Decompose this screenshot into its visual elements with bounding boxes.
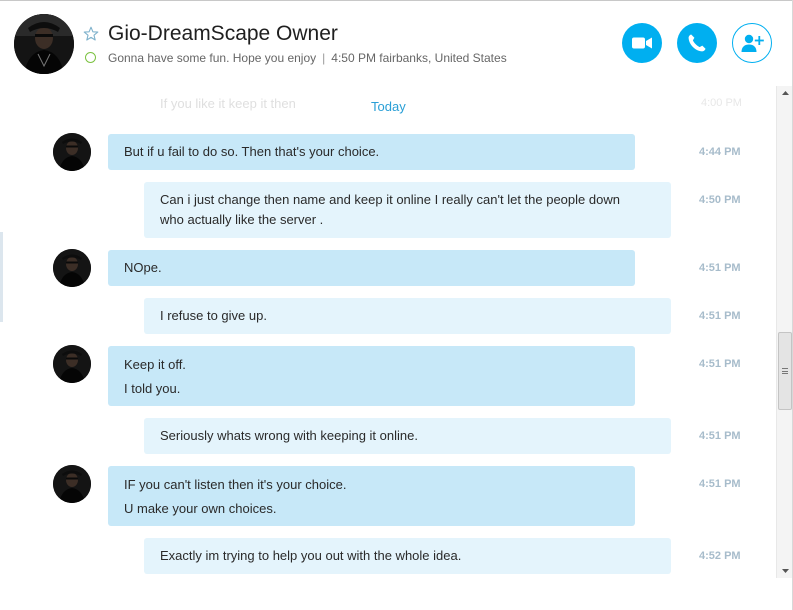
message-text: who actually like the server . [160, 212, 324, 227]
mood-separator: | [322, 51, 326, 65]
video-camera-icon [632, 37, 652, 49]
presence-status-icon [85, 52, 96, 63]
sender-avatar[interactable] [53, 465, 91, 503]
scroll-thumb[interactable] [778, 332, 792, 410]
message-timestamp: 4:50 PM [699, 194, 741, 206]
conversation-header: Gio-DreamScape Owner Gonna have some fun… [0, 0, 793, 86]
outgoing-message-bubble[interactable]: Seriously whats wrong with keeping it on… [144, 418, 671, 454]
sender-avatar[interactable] [53, 345, 91, 383]
video-call-button[interactable] [622, 23, 662, 63]
scroll-grip-icon [782, 368, 788, 374]
favorite-star-icon[interactable] [83, 26, 99, 42]
message-text: Seriously whats wrong with keeping it on… [160, 428, 418, 443]
message-timestamp: 4:52 PM [699, 550, 741, 562]
phone-icon [688, 34, 706, 52]
contact-local-time: 4:50 PM fairbanks, United States [331, 51, 507, 65]
outgoing-message-bubble[interactable]: I refuse to give up. [144, 298, 671, 334]
sender-avatar[interactable] [53, 249, 91, 287]
contact-name[interactable]: Gio-DreamScape Owner [108, 22, 338, 46]
mood-message: Gonna have some fun. Hope you enjoy [108, 51, 317, 65]
incoming-message-bubble[interactable]: NOpe. [108, 250, 635, 286]
message-timestamp: 4:44 PM [699, 146, 741, 158]
message-text: I refuse to give up. [160, 308, 267, 323]
message-timestamp: 4:51 PM [699, 478, 741, 490]
faded-previous-time: 4:00 PM [701, 97, 742, 109]
message-history[interactable]: If you like it keep it then 4:00 PM Toda… [0, 86, 776, 610]
scroll-up-arrow-icon[interactable] [777, 86, 793, 100]
chat-scrollbar[interactable] [776, 86, 792, 578]
incoming-message-bubble[interactable]: IF you can't listen then it's your choic… [108, 466, 635, 526]
add-person-icon [741, 34, 764, 52]
faded-previous-message: If you like it keep it then [160, 96, 296, 111]
message-text: U make your own choices. [124, 501, 277, 516]
incoming-message-bubble[interactable]: Keep it off. I told you. [108, 346, 635, 406]
audio-call-button[interactable] [677, 23, 717, 63]
add-people-button[interactable] [732, 23, 772, 63]
message-text: NOpe. [124, 260, 162, 275]
sender-avatar[interactable] [53, 133, 91, 171]
message-timestamp: 4:51 PM [699, 262, 741, 274]
outgoing-message-bubble[interactable]: Exactly im trying to help you out with t… [144, 538, 671, 574]
message-text: But if u fail to do so. Then that's your… [124, 144, 380, 159]
message-timestamp: 4:51 PM [699, 310, 741, 322]
message-timestamp: 4:51 PM [699, 358, 741, 370]
mood-line: Gonna have some fun. Hope you enjoy | 4:50… [108, 51, 507, 65]
message-timestamp: 4:51 PM [699, 430, 741, 442]
message-text: Exactly im trying to help you out with t… [160, 548, 462, 563]
message-text: Can i just change then name and keep it … [160, 192, 620, 207]
scroll-down-arrow-icon[interactable] [777, 564, 793, 578]
message-text: I told you. [124, 381, 181, 396]
outgoing-message-bubble[interactable]: Can i just change then name and keep it … [144, 182, 671, 238]
message-text: Keep it off. [124, 357, 186, 372]
contact-avatar[interactable] [14, 14, 74, 74]
day-separator: Today [371, 99, 406, 114]
message-text: IF you can't listen then it's your choic… [124, 477, 347, 492]
incoming-message-bubble[interactable]: But if u fail to do so. Then that's your… [108, 134, 635, 170]
